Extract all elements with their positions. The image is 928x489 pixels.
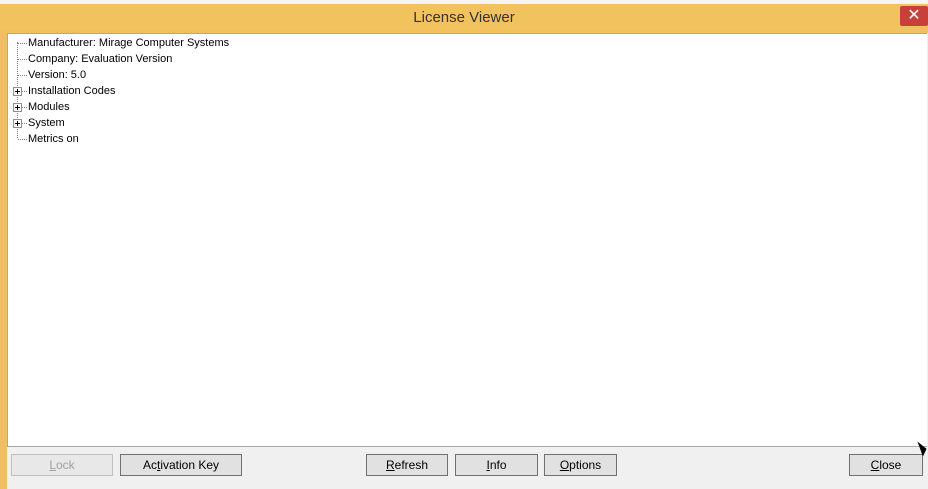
close-button[interactable]: Close <box>849 454 923 476</box>
tree-item-metrics[interactable]: Metrics on <box>28 131 79 147</box>
dialog-client-area: Manufacturer: Mirage Computer Systems Co… <box>7 33 928 489</box>
refresh-label-mnemonic: R <box>385 458 395 472</box>
lock-button[interactable]: Lock <box>11 454 113 476</box>
tree-connector <box>18 75 27 76</box>
lock-label-mnemonic: L <box>49 458 56 472</box>
tree-item-system[interactable]: System <box>28 115 65 131</box>
expand-system-icon[interactable] <box>13 119 22 128</box>
tree-item-manufacturer[interactable]: Manufacturer: Mirage Computer Systems <box>28 35 229 51</box>
activation-key-label-post: ivation Key <box>160 458 220 472</box>
tree-connector <box>18 139 27 140</box>
tree-item-version[interactable]: Version: 5.0 <box>28 67 86 83</box>
tree-item-modules[interactable]: Modules <box>28 99 70 115</box>
options-label-post: ptions <box>569 458 602 472</box>
window-title: License Viewer <box>413 9 515 26</box>
activation-key-label-pre: Ac <box>142 458 157 472</box>
license-tree-view[interactable]: Manufacturer: Mirage Computer Systems Co… <box>7 33 927 447</box>
close-icon: ✕ <box>907 7 921 24</box>
window-close-button[interactable]: ✕ <box>900 6 928 26</box>
tree-connector <box>18 59 27 60</box>
lock-label-post: ock <box>56 458 75 472</box>
refresh-button[interactable]: Refresh <box>366 454 448 476</box>
options-label-mnemonic: O <box>559 458 570 472</box>
tree-item-installation-codes[interactable]: Installation Codes <box>28 83 115 99</box>
title-bar[interactable]: License Viewer ✕ <box>0 4 928 31</box>
expand-modules-icon[interactable] <box>13 103 22 112</box>
options-button[interactable]: Options <box>544 454 617 476</box>
refresh-label-post: efresh <box>394 458 429 472</box>
info-label-post: nfo <box>489 458 507 472</box>
activation-key-button[interactable]: Activation Key <box>120 454 242 476</box>
tree-connector <box>18 43 27 44</box>
close-label-post: lose <box>879 458 902 472</box>
expand-installation-codes-icon[interactable] <box>13 87 22 96</box>
tree-item-company[interactable]: Company: Evaluation Version <box>28 51 172 67</box>
info-button[interactable]: Info <box>455 454 538 476</box>
